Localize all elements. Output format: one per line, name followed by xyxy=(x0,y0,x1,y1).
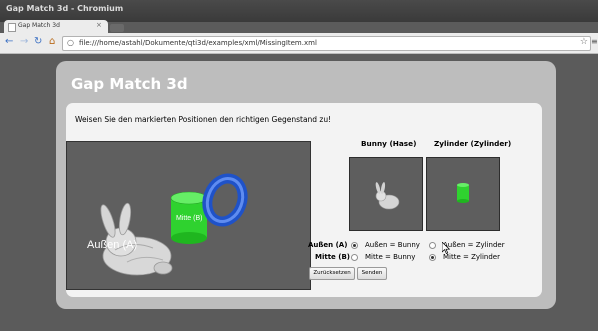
scene-label-outer: Außen (A) xyxy=(87,239,137,251)
radio-outer-bunny[interactable] xyxy=(351,242,358,249)
window-titlebar: Gap Match 3d - Chromium xyxy=(0,0,598,22)
new-tab-button[interactable] xyxy=(110,24,124,32)
cylinder-thumbnail xyxy=(426,157,500,231)
cylinder-icon xyxy=(457,183,469,203)
option-middle-bunny[interactable]: Mitte = Bunny xyxy=(365,253,415,261)
item-panel: Gap Match 3d Weisen Sie den markierten P… xyxy=(56,61,556,309)
torus-model xyxy=(202,173,248,227)
scene-graphics: Außen (A) Mitte (B) xyxy=(87,173,248,276)
3d-scene-view[interactable]: Außen (A) Mitte (B) xyxy=(66,141,311,290)
cursor-icon xyxy=(442,242,450,254)
tab-title: Gap Match 3d xyxy=(18,22,60,29)
forward-arrow-icon[interactable]: → xyxy=(20,36,28,48)
window-title: Gap Match 3d - Chromium xyxy=(6,4,124,13)
row-label-middle: Mitte (B) xyxy=(315,253,350,261)
bunny-thumbnail xyxy=(349,157,423,231)
back-arrow-icon[interactable]: ← xyxy=(5,36,13,48)
reload-icon[interactable]: ↻ xyxy=(34,36,42,48)
url-text[interactable]: file:///home/astahl/Dokumente/qti3d/exam… xyxy=(79,39,317,47)
scene-label-middle: Mitte (B) xyxy=(176,215,202,222)
column-header-bunny: Bunny (Hase) xyxy=(361,139,417,148)
option-middle-cylinder[interactable]: Mitte = Zylinder xyxy=(443,253,500,261)
browser-toolbar: ← → ↻ ⌂ ○ file:///home/astahl/Dokumente/… xyxy=(0,33,598,54)
bunny-icon xyxy=(375,182,400,210)
wrench-icon[interactable]: ≡ xyxy=(591,37,598,46)
star-icon[interactable]: ☆ xyxy=(580,37,588,47)
radio-middle-bunny[interactable] xyxy=(351,254,358,261)
browser-tab[interactable]: Gap Match 3d × xyxy=(4,20,108,33)
page-icon: ○ xyxy=(67,38,74,47)
column-header-cylinder: Zylinder (Zylinder) xyxy=(434,139,512,148)
home-icon[interactable]: ⌂ xyxy=(49,36,55,48)
item-body: Weisen Sie den markierten Positionen den… xyxy=(66,103,542,297)
tab-close-icon[interactable]: × xyxy=(96,21,102,29)
radio-outer-cylinder[interactable] xyxy=(429,242,436,249)
submit-button[interactable]: Senden xyxy=(357,267,387,280)
option-outer-bunny[interactable]: Außen = Bunny xyxy=(365,241,420,249)
row-label-outer: Außen (A) xyxy=(308,241,348,249)
radio-middle-cylinder[interactable] xyxy=(429,254,436,261)
reset-button[interactable]: Zurücksetzen xyxy=(309,267,355,280)
option-outer-cylinder[interactable]: Außen = Zylinder xyxy=(443,241,505,249)
page-favicon-icon xyxy=(8,23,16,32)
page-title: Gap Match 3d xyxy=(71,75,188,93)
item-prompt: Weisen Sie den markierten Positionen den… xyxy=(75,115,332,124)
address-bar[interactable]: ○ file:///home/astahl/Dokumente/qti3d/ex… xyxy=(62,36,591,51)
page-content: Gap Match 3d Weisen Sie den markierten P… xyxy=(0,54,598,331)
